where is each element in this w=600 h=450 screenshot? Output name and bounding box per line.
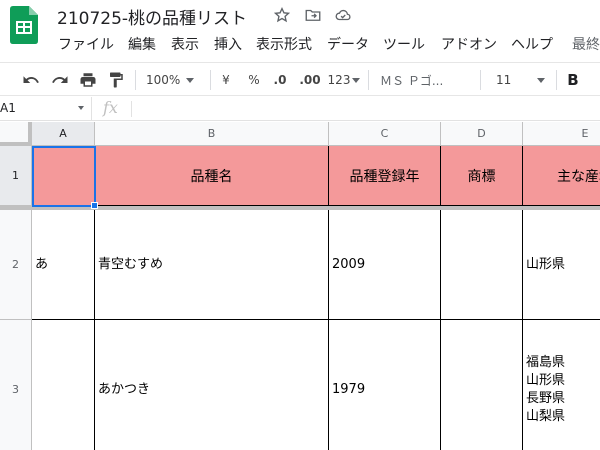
- star-icon[interactable]: [273, 6, 291, 24]
- formula-bar: A1 fx: [0, 97, 600, 121]
- cell-c3[interactable]: 1979: [329, 320, 441, 450]
- chevron-down-icon: [78, 106, 84, 110]
- menu-bar: ファイル 編集 表示 挿入 表示形式 データ ツール アドオン ヘルプ 最終: [0, 34, 600, 56]
- cloud-saved-icon[interactable]: [334, 6, 352, 24]
- toolbar-separator: [368, 70, 369, 90]
- decrease-decimal-button[interactable]: .0: [270, 68, 290, 92]
- column-header-e[interactable]: E: [523, 122, 600, 146]
- toolbar: 100% ¥ % .0 .00 123 ＭＳ Ｐゴ... 11 B: [0, 62, 600, 96]
- menu-tools[interactable]: ツール: [383, 34, 425, 54]
- menu-help[interactable]: ヘルプ: [511, 34, 553, 54]
- menu-edit[interactable]: 編集: [128, 34, 156, 54]
- toolbar-separator: [135, 70, 136, 90]
- cell-a3[interactable]: [32, 320, 95, 450]
- cell-a2[interactable]: あ: [32, 210, 95, 320]
- cell-c1[interactable]: 品種登録年: [329, 146, 441, 206]
- fill-handle[interactable]: [91, 202, 98, 209]
- cell-d3[interactable]: [441, 320, 523, 450]
- cell-d1[interactable]: 商標: [441, 146, 523, 206]
- menu-data[interactable]: データ: [327, 34, 369, 54]
- cell-a1[interactable]: [32, 146, 95, 206]
- font-size-select[interactable]: 11: [490, 68, 548, 92]
- decrease-decimal-label: .0: [273, 73, 287, 87]
- zoom-select[interactable]: 100%: [146, 68, 202, 92]
- menu-file[interactable]: ファイル: [58, 34, 114, 54]
- chevron-down-icon: [186, 77, 195, 83]
- cell-b3[interactable]: あかつき: [95, 320, 329, 450]
- toolbar-separator: [210, 70, 211, 90]
- cell-b2[interactable]: 青空むすめ: [95, 210, 329, 320]
- cell-b1[interactable]: 品種名: [95, 146, 329, 206]
- chevron-down-icon: [352, 77, 361, 83]
- paint-format-icon[interactable]: [105, 68, 127, 92]
- percent-format-button[interactable]: %: [246, 68, 262, 92]
- chevron-down-icon: [537, 77, 546, 83]
- title-bar: 210725-桃の品種リスト ファイル 編集 表示 挿入 表示形式 データ ツー…: [0, 0, 600, 60]
- column-header-c[interactable]: C: [329, 122, 441, 146]
- menu-format[interactable]: 表示形式: [256, 34, 312, 54]
- cell-e2[interactable]: 山形県: [523, 210, 600, 320]
- cell-d2[interactable]: [441, 210, 523, 320]
- currency-format-button[interactable]: ¥: [218, 68, 234, 92]
- fx-icon: fx: [103, 98, 118, 117]
- formula-input[interactable]: [131, 101, 132, 117]
- number-format-select[interactable]: 123: [327, 68, 361, 92]
- font-family-value: ＭＳ Ｐゴ...: [380, 73, 444, 88]
- cell-c2[interactable]: 2009: [329, 210, 441, 320]
- last-edit-link[interactable]: 最終: [572, 34, 600, 54]
- redo-icon[interactable]: [49, 68, 71, 92]
- name-box[interactable]: A1: [0, 97, 92, 120]
- number-format-label: 123: [327, 73, 351, 87]
- menu-insert[interactable]: 挿入: [214, 34, 242, 54]
- cell-e3[interactable]: 福島県 山形県 長野県 山梨県: [523, 320, 600, 450]
- row-header-1[interactable]: 1: [0, 146, 32, 206]
- document-title[interactable]: 210725-桃の品種リスト: [57, 4, 247, 29]
- increase-decimal-button[interactable]: .00: [298, 68, 322, 92]
- print-icon[interactable]: [77, 68, 99, 92]
- cell-e1[interactable]: 主な産地: [523, 146, 600, 206]
- font-size-value: 11: [496, 73, 512, 87]
- select-all-corner[interactable]: [0, 122, 32, 146]
- menu-addons[interactable]: アドオン: [441, 34, 497, 54]
- spreadsheet-grid: A B C D E 1 2 3 品種名 品種登録年 商標 主な産地 あ 青空むす…: [0, 122, 600, 450]
- zoom-value: 100%: [146, 73, 181, 87]
- menu-view[interactable]: 表示: [171, 34, 199, 54]
- cell-reference: A1: [0, 101, 16, 115]
- spreadsheet-app: 210725-桃の品種リスト ファイル 編集 表示 挿入 表示形式 データ ツー…: [0, 0, 600, 450]
- column-header-a[interactable]: A: [32, 122, 95, 146]
- toolbar-separator: [480, 70, 481, 90]
- column-header-d[interactable]: D: [441, 122, 523, 146]
- undo-icon[interactable]: [20, 68, 42, 92]
- toolbar-separator: [556, 70, 557, 90]
- row-header-2[interactable]: 2: [0, 210, 32, 320]
- column-header-b[interactable]: B: [95, 122, 329, 146]
- increase-decimal-label: .00: [299, 73, 321, 87]
- move-folder-icon[interactable]: [304, 6, 322, 24]
- font-family-select[interactable]: ＭＳ Ｐゴ...: [380, 68, 468, 92]
- bold-button[interactable]: B: [564, 68, 582, 92]
- row-header-3[interactable]: 3: [0, 320, 32, 450]
